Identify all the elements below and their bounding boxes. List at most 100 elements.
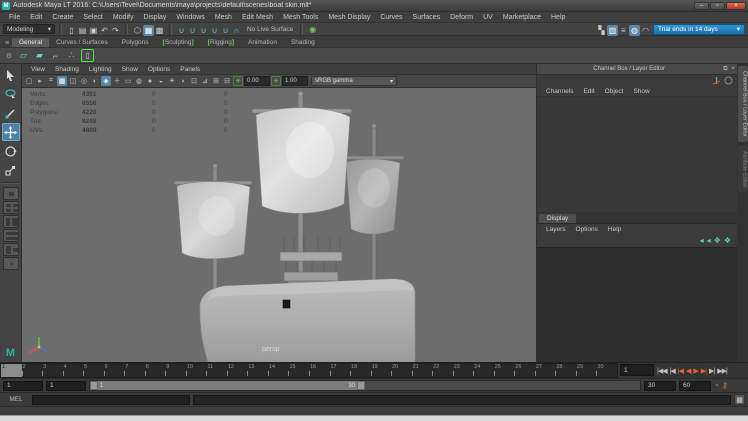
pop-out-icon[interactable]: ⧉ (721, 66, 729, 73)
depth-of-field-icon[interactable]: ⊟ (222, 76, 232, 86)
mel-label[interactable]: MEL (3, 396, 29, 403)
speed-state-icon[interactable] (724, 76, 733, 85)
menu-item[interactable]: Surfaces (408, 14, 446, 21)
frame-cell[interactable]: 12 (227, 364, 248, 377)
maximize-button[interactable]: ▫ (710, 2, 725, 10)
menu-item[interactable]: Help (546, 14, 570, 21)
snap-icon[interactable]: ∪ (176, 25, 187, 36)
shelf-file-icon[interactable]: ▯ (81, 49, 94, 62)
frame-cell[interactable]: 16 (309, 364, 330, 377)
layout-persp-outliner-button[interactable] (3, 215, 19, 228)
shaded-icon[interactable]: ● (145, 76, 155, 86)
resolution-gate-icon[interactable]: ◎ (79, 76, 89, 86)
command-result-field[interactable] (193, 395, 731, 405)
sidebar-toggle-icon[interactable]: ≡ (618, 25, 629, 36)
field-chart-icon[interactable]: ◈ (101, 76, 111, 86)
frame-cell[interactable]: 6 (104, 364, 125, 377)
snap-icon[interactable]: ∪ (220, 25, 231, 36)
file-operation-icon[interactable]: ↷ (110, 25, 121, 36)
snap-icon[interactable]: ∪ (198, 25, 209, 36)
selection-mode-icon[interactable]: ▩ (154, 25, 165, 36)
shelf-tab[interactable]: [Rigging] (201, 38, 241, 47)
lasso-tool-button[interactable] (2, 85, 20, 103)
color-space-dropdown[interactable]: sRGB gamma ▾ (311, 76, 397, 86)
frame-cell[interactable]: 8 (145, 364, 166, 377)
frame-cell[interactable]: 19 (371, 364, 392, 377)
frame-cell[interactable]: 3 (42, 364, 63, 377)
menu-item[interactable]: Edit (25, 14, 47, 21)
file-operation-icon[interactable]: ▯ (66, 25, 77, 36)
close-panel-icon[interactable]: × (729, 66, 737, 72)
layout-single-pane-button[interactable] (3, 187, 19, 200)
shelf-tool-icon[interactable]: ⌐ (49, 49, 62, 62)
textured-icon[interactable]: ◒ (156, 76, 166, 86)
animation-preferences-icon[interactable]: ◔ (714, 381, 719, 390)
layers-list[interactable] (537, 247, 737, 363)
camera-icon[interactable]: ▢ (24, 76, 34, 86)
snap-icon[interactable]: ∪ (187, 25, 198, 36)
frame-cell[interactable]: 5 (83, 364, 104, 377)
menu-item[interactable]: UV (478, 14, 498, 21)
layer-action-icon[interactable]: ❖ (714, 236, 721, 245)
playback-button[interactable]: |◀◀ (656, 367, 668, 375)
frame-cell[interactable]: 30 (596, 364, 617, 377)
gamma-toggle-icon[interactable]: ✳ (271, 76, 281, 86)
paint-select-tool-button[interactable] (2, 104, 20, 122)
frame-cell[interactable]: 23 (453, 364, 474, 377)
exposure-toggle-icon[interactable]: ✳ (233, 76, 243, 86)
playback-start-field[interactable]: 1 (46, 381, 86, 391)
range-start-handle[interactable] (90, 381, 98, 390)
panel-menu-item[interactable]: Show (117, 66, 143, 73)
selected-face[interactable] (283, 300, 290, 308)
shadows-icon[interactable]: ◗ (178, 76, 188, 86)
frame-cell[interactable]: 21 (412, 364, 433, 377)
frame-cell[interactable]: 17 (330, 364, 351, 377)
select-tool-button[interactable] (2, 66, 20, 84)
layout-four-pane-button[interactable] (3, 201, 19, 214)
panel-menu-item[interactable]: Options (143, 66, 175, 73)
menu-item[interactable]: Marketplace (498, 14, 546, 21)
image-plane-icon[interactable]: ⌗ (46, 76, 56, 86)
exposure-field[interactable]: 0.00 (244, 76, 270, 86)
frame-cell[interactable]: 7 (124, 364, 145, 377)
menu-item[interactable]: File (4, 14, 25, 21)
divider[interactable] (169, 24, 172, 35)
range-slider-track[interactable]: 1 30 (89, 380, 641, 391)
film-gate-icon[interactable]: ◫ (68, 76, 78, 86)
menu-item[interactable]: Mesh Tools (278, 14, 323, 21)
playback-button[interactable]: ▶| (700, 367, 707, 375)
file-operation-icon[interactable]: ▤ (77, 25, 88, 36)
panel-menu-item[interactable]: View (26, 66, 50, 73)
current-time-field[interactable]: 1 (620, 364, 654, 376)
wireframe-icon[interactable]: ◍ (134, 76, 144, 86)
divider[interactable] (300, 24, 303, 35)
frame-cell[interactable]: 28 (555, 364, 576, 377)
snap-icon[interactable]: ∪ (209, 25, 220, 36)
playback-button[interactable]: ◀ (685, 367, 691, 375)
shelf-tab[interactable]: [Animation] (241, 38, 284, 47)
frame-cell[interactable]: 2 (22, 364, 43, 377)
screen-ao-icon[interactable]: ⊡ (189, 76, 199, 86)
move-tool-button[interactable] (2, 123, 20, 141)
shelf-tool-icon[interactable]: ▰ (33, 49, 46, 62)
layer-menu-item[interactable]: Options (571, 226, 603, 233)
time-slider-track[interactable]: 1 2 3 4 5 (0, 363, 618, 378)
playback-button[interactable]: ▶▶| (716, 367, 728, 375)
live-surface-field[interactable]: No Live Surface (244, 26, 296, 33)
playback-end-field[interactable]: 30 (644, 381, 676, 391)
frame-cell[interactable]: 11 (206, 364, 227, 377)
playback-button[interactable]: ▶| (708, 367, 715, 375)
frame-cell[interactable]: 4 (63, 364, 84, 377)
frame-cell[interactable]: 29 (576, 364, 597, 377)
sidebar-vertical-tab[interactable]: Channel Box / Layer Editor (738, 66, 748, 142)
playback-button[interactable]: ▶ (692, 367, 698, 375)
minimize-button[interactable]: – (694, 2, 709, 10)
channel-box-menu-item[interactable]: Object (600, 88, 629, 95)
shelf-tab[interactable]: [Sculpting] (156, 38, 201, 47)
close-button[interactable]: × (726, 2, 746, 10)
menu-item[interactable]: Deform (445, 14, 478, 21)
frame-cell[interactable]: 1 (1, 364, 22, 377)
playback-button[interactable]: |◀ (669, 367, 676, 375)
frame-cell[interactable]: 15 (288, 364, 309, 377)
character-set-icon[interactable]: ⚷ (722, 381, 728, 390)
